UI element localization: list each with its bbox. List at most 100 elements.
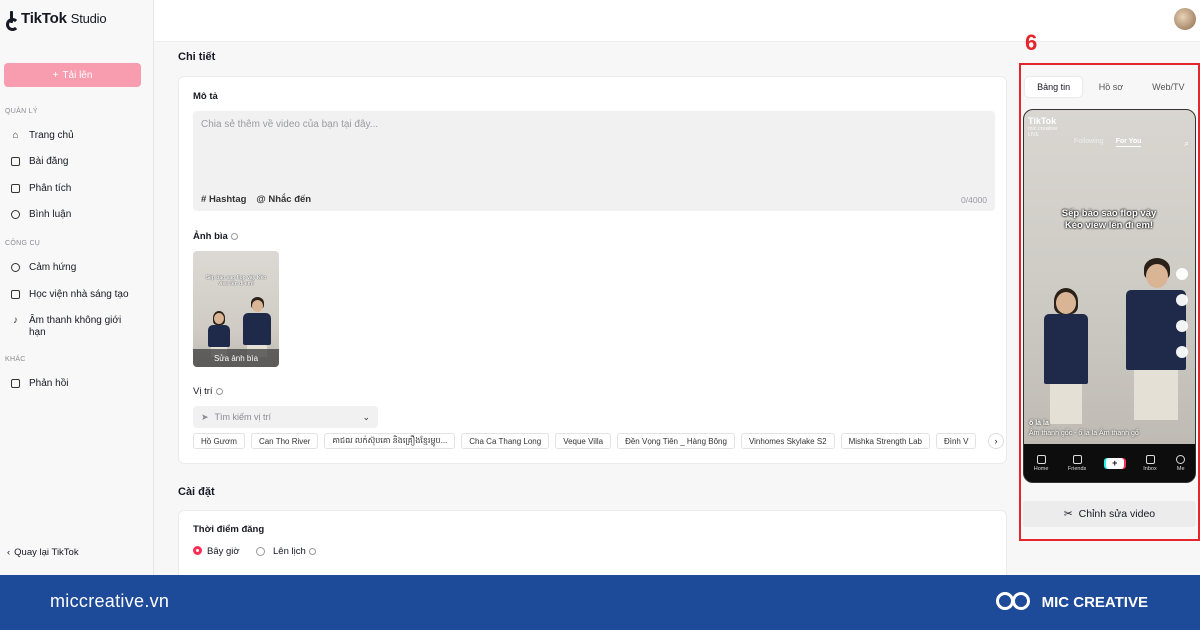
step-number: 6 (1025, 30, 1038, 55)
video-overlay-text: Sếp bảo sao flop vậy Kéo view lên đi em! (1061, 208, 1157, 231)
location-label: Vị trí (193, 386, 223, 397)
music-note-icon: ♪ (13, 314, 18, 326)
sidebar-item-label: Phản hồi (29, 378, 69, 389)
edit-video-button[interactable]: ✂ Chỉnh sửa video (1023, 501, 1196, 527)
feed-following: Following (1074, 138, 1104, 145)
sidebar-item-sounds[interactable]: ♪ Âm thanh không giới hạn (10, 315, 148, 339)
location-placeholder: Tìm kiếm vị trí (214, 412, 272, 422)
heart-icon (1176, 268, 1188, 280)
sidebar-item-home[interactable]: ⌂ Trang chủ (10, 130, 148, 142)
book-icon (10, 289, 21, 300)
posts-icon (10, 156, 21, 167)
location-chip[interactable]: គាជឍ លក់ស៊ុបគោ និងគ្រឿងខ្មែរម្ហូប... (324, 433, 456, 449)
section-label-other: KHÁC (5, 356, 26, 363)
character-count: 0/4000 (961, 195, 987, 205)
location-chip[interactable]: Mishka Strength Lab (840, 433, 930, 449)
profile-icon (1176, 454, 1186, 464)
mention-button[interactable]: @ Nhắc đến (256, 194, 311, 205)
footer-website: miccreative.vn (50, 591, 170, 611)
post-now-option[interactable]: Bây giờ (193, 546, 240, 557)
location-chip[interactable]: Đền Vọng Tiên _ Hàng Bông (617, 433, 735, 449)
create-plus-icon: + (1105, 457, 1124, 469)
back-link-label: Quay lại TikTok (14, 547, 79, 558)
location-chip[interactable]: Can Tho River (250, 433, 319, 449)
location-chip[interactable]: Vinhomes Skylake S2 (740, 433, 835, 449)
hashtag-button[interactable]: # Hashtag (201, 194, 246, 205)
sidebar-item-label: Phân tích (29, 183, 72, 194)
bookmark-icon (1176, 320, 1188, 332)
sidebar-item-label: Trang chủ (29, 130, 74, 141)
share-icon (1176, 346, 1188, 358)
section-label-manage: QUẢN LÝ (5, 108, 38, 115)
sidebar-item-inspiration[interactable]: Cảm hứng (10, 262, 148, 274)
video-preview[interactable] (1024, 110, 1195, 446)
section-label-tools: CÔNG CỤ (5, 240, 41, 247)
location-chip[interactable]: Hồ Gươm (193, 433, 245, 449)
scissors-icon: ✂ (1063, 508, 1073, 520)
sidebar-item-label: Cảm hứng (29, 262, 77, 273)
home-icon (1036, 454, 1046, 464)
caption-user: ố là la (1029, 420, 1049, 427)
upload-button[interactable]: + Tải lên (4, 63, 141, 87)
settings-heading: Cài đặt (178, 486, 215, 498)
phone-side-actions (1175, 268, 1189, 358)
avatar[interactable] (1174, 8, 1196, 30)
description-box: # Hashtag @ Nhắc đến 0/4000 (193, 111, 995, 211)
comment-icon (10, 209, 21, 220)
analytics-icon (10, 183, 21, 194)
logo-brand: TikTok (21, 10, 67, 27)
location-arrow-icon: ➤ (201, 411, 209, 422)
sidebar-item-feedback[interactable]: Phản hồi (10, 378, 148, 390)
chevron-left-icon: ‹ (7, 547, 11, 558)
info-icon[interactable] (308, 548, 316, 555)
tiktok-logo-icon (6, 10, 19, 31)
details-heading: Chi tiết (178, 51, 216, 63)
sidebar-item-academy[interactable]: Học viện nhà sáng tạo (10, 289, 148, 301)
edit-video-label: Chỉnh sửa video (1078, 508, 1156, 520)
chevron-right-icon[interactable]: › (988, 433, 1004, 449)
schedule-option[interactable]: Lên lịch (256, 546, 316, 557)
description-label: Mô tả (193, 91, 218, 102)
location-suggestions: Hồ Gươm Can Tho River គាជឍ លក់ស៊ុបគោ និង… (193, 433, 998, 451)
search-icon: ⌕ (1183, 138, 1189, 148)
cover-thumbnail[interactable]: Sếp bảo sao flop vậy Kéo view lên đi em!… (193, 251, 279, 367)
mic-creative-logo-icon (994, 590, 1034, 614)
chevron-down-icon: ⌄ (362, 411, 370, 422)
tab-profile[interactable]: Hồ sơ (1082, 77, 1139, 97)
location-chip[interactable]: Veque Villa (555, 433, 612, 449)
friends-icon (1072, 454, 1082, 464)
sidebar-item-label: Bình luận (29, 209, 72, 220)
info-icon[interactable] (215, 388, 223, 395)
sidebar-item-analytics[interactable]: Phân tích (10, 183, 148, 195)
preview-tabs: Bảng tin Hồ sơ Web/TV (1025, 77, 1197, 97)
radio-unselected-icon (256, 547, 265, 556)
comment-icon (1176, 294, 1188, 306)
location-chip[interactable]: Cha Ca Thang Long (461, 433, 550, 449)
sidebar-item-comments[interactable]: Bình luận (10, 209, 148, 221)
footer-brand-name: MIC CREATIVE (1041, 593, 1148, 611)
tab-feed[interactable]: Bảng tin (1025, 77, 1083, 97)
sidebar: TikTok Studio + Tải lên QUẢN LÝ ⌂ Trang … (0, 0, 154, 575)
settings-card: Thời điểm đăng Bây giờ Lên lịch (178, 510, 1007, 580)
description-input[interactable] (201, 119, 981, 130)
phone-bottom-nav: Home Friends + Inbox Me (1024, 444, 1195, 482)
sidebar-item-posts[interactable]: Bài đăng (10, 156, 148, 168)
post-time-label: Thời điểm đăng (193, 524, 265, 535)
upload-button-label: Tải lên (62, 69, 93, 81)
details-card: Mô tả # Hashtag @ Nhắc đến 0/4000 Ảnh bì… (178, 76, 1007, 464)
cover-overlay-text: Sếp bảo sao flop vậy Kéo view lên đi em! (205, 275, 267, 287)
location-chip[interactable]: Đình V (935, 433, 977, 449)
back-to-tiktok-link[interactable]: ‹ Quay lại TikTok (7, 547, 79, 558)
top-bar (154, 0, 1200, 42)
footer-brand: MIC CREATIVE (994, 590, 1148, 614)
info-icon[interactable] (230, 233, 238, 240)
phone-preview: TikTok mic.creative LIVE Following For Y… (1023, 109, 1196, 483)
cover-label: Ảnh bìa (193, 231, 238, 242)
tab-web-tv[interactable]: Web/TV (1140, 77, 1197, 97)
inbox-icon (1145, 454, 1155, 464)
sidebar-item-label: Âm thanh không giới hạn (29, 315, 122, 338)
location-search-select[interactable]: ➤ Tìm kiếm vị trí ⌄ (193, 406, 378, 428)
edit-cover-button[interactable]: Sửa ảnh bìa (193, 349, 279, 367)
sidebar-item-label: Bài đăng (29, 156, 69, 167)
tiktok-studio-logo[interactable]: TikTok Studio (6, 10, 107, 31)
